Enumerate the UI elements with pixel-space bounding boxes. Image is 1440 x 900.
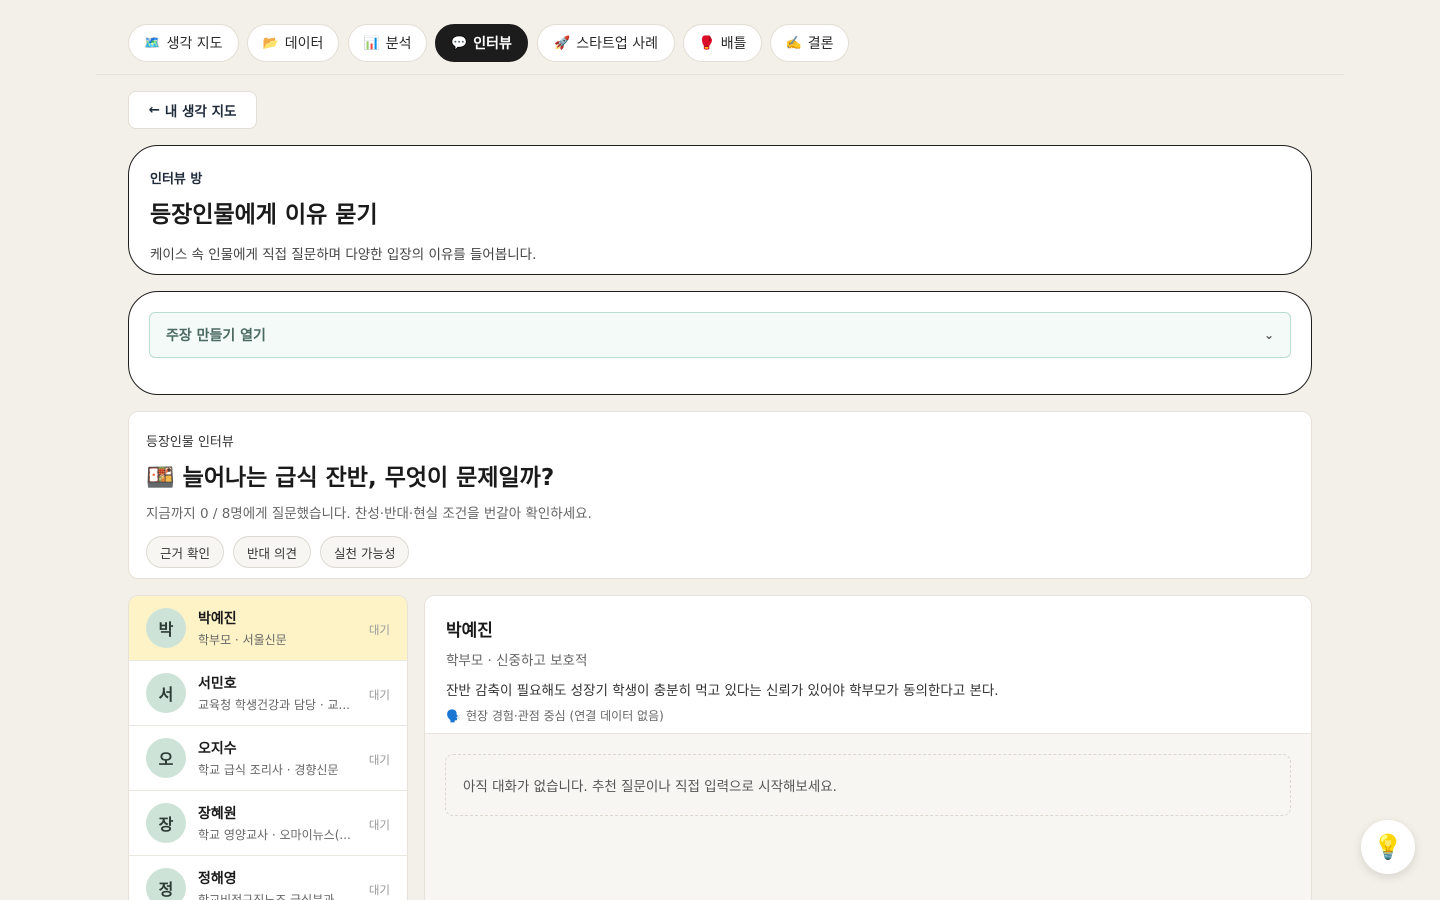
status-badge: 대기 bbox=[368, 688, 390, 702]
bento-box-icon: 🍱 bbox=[146, 465, 175, 491]
section-eyebrow: 인터뷰 방 bbox=[150, 172, 203, 187]
top-navigation: 🗺️ 생각 지도 📂 데이터 📊 분석 💬 인터뷰 🚀 스타트업 사례 🥊 배틀… bbox=[96, 0, 1344, 75]
avatar: 정 bbox=[146, 868, 186, 900]
character-name: 장혜원 bbox=[198, 806, 237, 822]
avatar: 서 bbox=[146, 673, 186, 713]
character-profile: 박예진 학부모 · 신중하고 보호적 잔반 감축이 필요해도 성장기 학생이 충… bbox=[425, 596, 1311, 734]
character-item-oh-jisu[interactable]: 오 오지수 학교 급식 조리사 · 경향신문 대기 bbox=[129, 726, 407, 791]
character-role: 학교 영양교사 · 오마이뉴스(... bbox=[198, 828, 351, 842]
lightbulb-icon: 💡 bbox=[1373, 833, 1403, 861]
page-title: 등장인물에게 이유 묻기 bbox=[150, 202, 378, 228]
back-to-thinking-map-button[interactable]: ← 내 생각 지도 bbox=[128, 91, 257, 129]
source-note: 🗣️ 현장 경험·관점 중심 (연결 데이터 없음) bbox=[446, 707, 1290, 724]
speech-bubble-icon: 💬 bbox=[451, 35, 468, 51]
back-arrow-icon: ← bbox=[148, 102, 160, 118]
character-detail-panel: 박예진 학부모 · 신중하고 보호적 잔반 감축이 필요해도 성장기 학생이 충… bbox=[424, 595, 1312, 900]
character-role: 학교비정규직노조 급식분과... bbox=[198, 893, 346, 900]
source-note-text: 현장 경험·관점 중심 (연결 데이터 없음) bbox=[465, 709, 664, 723]
tab-label: 결론 bbox=[807, 36, 834, 52]
tab-conclusion[interactable]: ✍️ 결론 bbox=[770, 24, 849, 62]
tab-data[interactable]: 📂 데이터 bbox=[247, 24, 339, 62]
tab-startup-cases[interactable]: 🚀 스타트업 사례 bbox=[537, 24, 675, 62]
interview-eyebrow: 등장인물 인터뷰 bbox=[146, 435, 234, 450]
character-name: 정해영 bbox=[198, 871, 237, 887]
map-icon: 🗺️ bbox=[144, 35, 161, 51]
character-name: 서민호 bbox=[198, 676, 237, 692]
tab-label: 데이터 bbox=[284, 36, 324, 52]
character-item-jang-hyewon[interactable]: 장 장혜원 학교 영양교사 · 오마이뉴스(... 대기 bbox=[129, 791, 407, 856]
case-title-text: 늘어나는 급식 잔반, 무엇이 문제일까? bbox=[182, 465, 555, 491]
hint-button[interactable]: 💡 bbox=[1361, 820, 1415, 874]
empty-conversation-message: 아직 대화가 없습니다. 추천 질문이나 직접 입력으로 시작해보세요. bbox=[445, 754, 1291, 816]
character-item-jeong-haeyoung[interactable]: 정 정해영 학교비정규직노조 급식분과... 대기 bbox=[129, 856, 407, 900]
tab-interview[interactable]: 💬 인터뷰 bbox=[435, 24, 528, 62]
back-button-label: 내 생각 지도 bbox=[164, 104, 237, 120]
status-badge: 대기 bbox=[368, 623, 390, 637]
tab-analysis[interactable]: 📊 분석 bbox=[348, 24, 427, 62]
question-focus-chips: 근거 확인 반대 의견 실천 가능성 bbox=[146, 536, 1294, 568]
speaking-head-icon: 🗣️ bbox=[446, 708, 461, 723]
case-title: 🍱 늘어나는 급식 잔반, 무엇이 문제일까? bbox=[146, 458, 1294, 492]
avatar: 장 bbox=[146, 803, 186, 843]
boxing-glove-icon: 🥊 bbox=[698, 35, 715, 51]
tab-label: 인터뷰 bbox=[473, 36, 512, 52]
chip-evidence-check[interactable]: 근거 확인 bbox=[146, 536, 224, 568]
tab-label: 스타트업 사례 bbox=[576, 36, 658, 52]
rocket-icon: 🚀 bbox=[554, 35, 571, 51]
avatar: 박 bbox=[146, 608, 186, 648]
claim-builder-label: 주장 만들기 열기 bbox=[166, 328, 266, 344]
conversation-area: 아직 대화가 없습니다. 추천 질문이나 직접 입력으로 시작해보세요. bbox=[425, 734, 1311, 900]
writing-hand-icon: ✍️ bbox=[785, 35, 802, 51]
status-badge: 대기 bbox=[368, 753, 390, 767]
character-role: 교육청 학생건강과 담당 · 교... bbox=[198, 698, 350, 712]
tab-label: 배틀 bbox=[720, 36, 747, 52]
status-badge: 대기 bbox=[368, 883, 390, 897]
character-role: 학부모 · 서울신문 bbox=[198, 633, 287, 647]
character-list: 박 박예진 학부모 · 서울신문 대기 서 서민호 교육청 학생건강과 담당 ·… bbox=[128, 595, 408, 900]
bar-chart-icon: 📊 bbox=[363, 35, 380, 51]
tab-label: 분석 bbox=[385, 36, 412, 52]
character-interview-panel: 등장인물 인터뷰 🍱 늘어나는 급식 잔반, 무엇이 문제일까? 지금까지 0 … bbox=[128, 411, 1312, 579]
character-item-park-yejin[interactable]: 박 박예진 학부모 · 서울신문 대기 bbox=[129, 596, 407, 661]
chevron-down-icon: ⌄ bbox=[1263, 328, 1274, 342]
character-item-seo-minho[interactable]: 서 서민호 교육청 학생건강과 담당 · 교... 대기 bbox=[129, 661, 407, 726]
character-role: 학교 급식 조리사 · 경향신문 bbox=[198, 763, 339, 777]
selected-character-stance: 잔반 감축이 필요해도 성장기 학생이 충분히 먹고 있다는 신뢰가 있어야 학… bbox=[446, 683, 999, 699]
character-name: 오지수 bbox=[198, 741, 237, 757]
page-description: 케이스 속 인물에게 직접 질문하며 다양한 입장의 이유를 들어봅니다. bbox=[150, 247, 537, 263]
character-name: 박예진 bbox=[198, 611, 237, 627]
selected-character-name: 박예진 bbox=[446, 621, 493, 641]
tab-thinking-map[interactable]: 🗺️ 생각 지도 bbox=[128, 24, 239, 62]
claim-builder-card: 주장 만들기 열기 ⌄ bbox=[128, 291, 1312, 395]
interview-room-header: 인터뷰 방 등장인물에게 이유 묻기 케이스 속 인물에게 직접 질문하며 다양… bbox=[128, 145, 1312, 275]
interview-progress: 지금까지 0 / 8명에게 질문했습니다. 찬성·반대·현실 조건을 번갈아 확… bbox=[146, 506, 592, 522]
chip-opposing-view[interactable]: 반대 의견 bbox=[232, 536, 311, 568]
tab-label: 생각 지도 bbox=[166, 36, 223, 52]
chip-feasibility[interactable]: 실천 가능성 bbox=[319, 536, 410, 568]
folder-icon: 📂 bbox=[262, 35, 279, 51]
tab-battle[interactable]: 🥊 배틀 bbox=[683, 24, 762, 62]
claim-builder-toggle[interactable]: 주장 만들기 열기 ⌄ bbox=[149, 312, 1291, 358]
selected-character-role: 학부모 · 신중하고 보호적 bbox=[446, 653, 588, 669]
status-badge: 대기 bbox=[368, 818, 390, 832]
avatar: 오 bbox=[146, 738, 186, 778]
